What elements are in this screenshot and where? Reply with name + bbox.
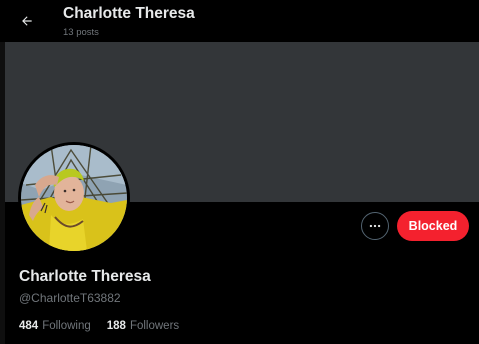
header-title: Charlotte Theresa [63, 5, 195, 22]
more-options-button[interactable] [361, 212, 389, 240]
display-name: Charlotte Theresa [19, 268, 151, 285]
followers-label: Followers [129, 320, 180, 332]
followers-count: 188 [106, 320, 126, 332]
following-label: Following [42, 320, 91, 332]
profile-stats: 484 Following 188 Followers [19, 320, 179, 332]
arrow-left-icon [22, 16, 32, 26]
more-horizontal-icon [369, 224, 381, 228]
avatar-photo [21, 145, 127, 251]
post-count: 13 posts [63, 27, 99, 38]
user-handle: @CharlotteT63882 [19, 291, 121, 305]
avatar[interactable] [18, 142, 130, 254]
following-count: 484 [19, 320, 39, 332]
profile-header: Charlotte Theresa 13 posts [0, 0, 479, 42]
blocked-button[interactable]: Blocked [397, 211, 469, 241]
back-button[interactable] [14, 8, 40, 34]
following-link[interactable]: 484 Following [19, 320, 91, 332]
followers-link[interactable]: 188 Followers [107, 320, 179, 332]
